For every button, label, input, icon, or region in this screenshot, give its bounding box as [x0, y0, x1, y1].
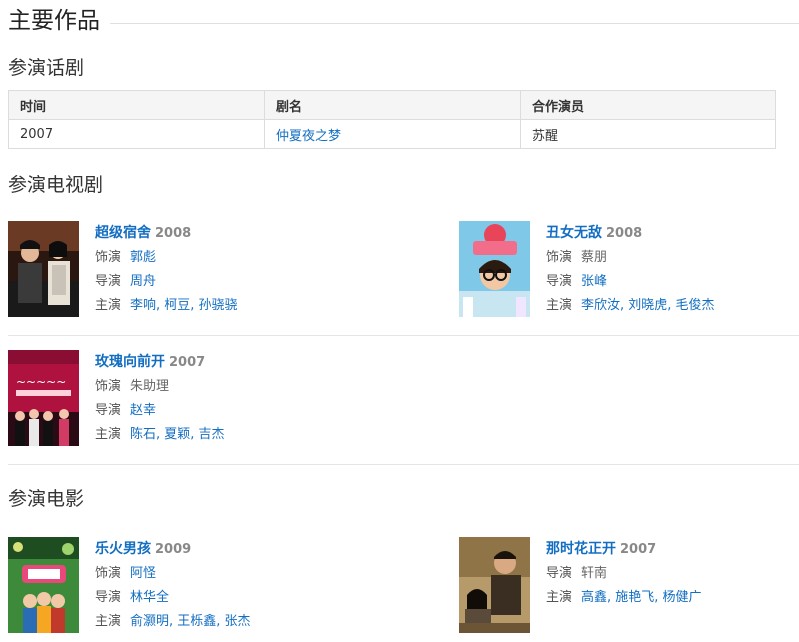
director-label: 导演 [546, 274, 573, 289]
cast-links[interactable]: 李欣汝, 刘晓虎, 毛俊杰 [581, 298, 715, 313]
card-info: 那时花正开 2007 导演 轩南 主演 高鑫, 施艳飞, 杨健广 [546, 537, 702, 610]
poster-image[interactable] [459, 221, 530, 317]
tv-card-super-dorm: 超级宿舍 2008 饰演 郭彪 导演 周舟 主演 李响, 柯豆, 孙骁骁 [8, 221, 348, 319]
role-link[interactable]: 阿怪 [130, 566, 156, 581]
section-divider [8, 464, 799, 465]
page-title: 主要作品 [8, 6, 110, 36]
cast-label: 主演 [95, 298, 122, 313]
tv-section-title: 参演电视剧 [8, 174, 104, 196]
work-year: 2009 [155, 542, 192, 557]
director-link[interactable]: 周舟 [130, 274, 156, 289]
work-year: 2007 [620, 542, 657, 557]
card-info: 乐火男孩 2009 饰演 阿怪 导演 林华全 主演 俞灏明, 王栎鑫, 张杰 [95, 537, 251, 634]
work-title-link[interactable]: 超级宿舍 [95, 225, 151, 241]
work-title-link[interactable]: 那时花正开 [546, 541, 616, 557]
cast-links[interactable]: 高鑫, 施艳飞, 杨健广 [581, 590, 702, 605]
tv-card-rose: ~~~~~ 玫瑰向前开 2007 饰演 朱助理 导演 赵幸 主演 陈石, 夏颖, 吉杰 [8, 350, 348, 448]
poster-image[interactable] [459, 537, 530, 633]
table-header-costars: 合作演员 [520, 90, 776, 120]
director-label: 导演 [95, 274, 122, 289]
poster-image[interactable]: ~~~~~ [8, 350, 79, 446]
works-section: 主要作品 参演话剧 时间 剧名 合作演员 2007 仲夏夜之梦 苏醒 参演电视剧 [0, 0, 799, 642]
cast-links[interactable]: 俞灏明, 王栎鑫, 张杰 [130, 614, 251, 629]
table-cell-title: 仲夏夜之梦 [264, 119, 521, 149]
film-card-flowers: 那时花正开 2007 导演 轩南 主演 高鑫, 施艳飞, 杨健广 [459, 537, 799, 635]
main-title-row: 主要作品 [8, 4, 799, 38]
cast-label: 主演 [546, 590, 573, 605]
work-title-link[interactable]: 玫瑰向前开 [95, 354, 165, 370]
card-info: 超级宿舍 2008 饰演 郭彪 导演 周舟 主演 李响, 柯豆, 孙骁骁 [95, 221, 238, 318]
table-header-row: 时间 剧名 合作演员 [8, 90, 776, 120]
role-text: 蔡朋 [581, 250, 608, 265]
poster-image[interactable] [8, 537, 79, 633]
work-year: 2008 [606, 226, 643, 241]
work-year: 2008 [155, 226, 192, 241]
tv-card-ugly-betty: 丑女无敌 2008 饰演 蔡朋 导演 张峰 主演 李欣汝, 刘晓虎, 毛俊杰 [459, 221, 799, 319]
cast-label: 主演 [95, 614, 122, 629]
section-divider [8, 335, 799, 336]
film-card-fire-boy: 乐火男孩 2009 饰演 阿怪 导演 林华全 主演 俞灏明, 王栎鑫, 张杰 [8, 537, 348, 635]
card-info: 玫瑰向前开 2007 饰演 朱助理 导演 赵幸 主演 陈石, 夏颖, 吉杰 [95, 350, 225, 447]
drama-section-title: 参演话剧 [8, 57, 85, 79]
cast-label: 主演 [546, 298, 573, 313]
film-section-title: 参演电影 [8, 488, 85, 510]
director-link[interactable]: 林华全 [130, 590, 169, 605]
svg-text:~~~~~: ~~~~~ [16, 375, 66, 389]
drama-title-link[interactable]: 仲夏夜之梦 [276, 129, 341, 144]
table-header-title: 剧名 [264, 90, 521, 120]
work-title-link[interactable]: 丑女无敌 [546, 225, 602, 241]
director-label: 导演 [546, 566, 573, 581]
role-link[interactable]: 郭彪 [130, 250, 156, 265]
table-header-time: 时间 [8, 90, 265, 120]
table-cell-costars: 苏醒 [520, 119, 776, 149]
director-text: 轩南 [581, 566, 608, 581]
card-info: 丑女无敌 2008 饰演 蔡朋 导演 张峰 主演 李欣汝, 刘晓虎, 毛俊杰 [546, 221, 715, 318]
table-cell-time: 2007 [8, 119, 265, 149]
drama-table: 时间 剧名 合作演员 2007 仲夏夜之梦 苏醒 [8, 90, 776, 149]
poster-image[interactable] [8, 221, 79, 317]
role-label: 饰演 [95, 566, 122, 581]
role-text: 朱助理 [130, 379, 170, 394]
role-label: 饰演 [95, 250, 122, 265]
work-year: 2007 [169, 355, 206, 370]
cast-links[interactable]: 陈石, 夏颖, 吉杰 [130, 427, 225, 442]
role-label: 饰演 [95, 379, 122, 394]
table-row: 2007 仲夏夜之梦 苏醒 [8, 119, 776, 149]
director-label: 导演 [95, 403, 122, 418]
title-divider [8, 23, 799, 24]
director-label: 导演 [95, 590, 122, 605]
cast-links[interactable]: 李响, 柯豆, 孙骁骁 [130, 298, 238, 313]
work-title-link[interactable]: 乐火男孩 [95, 541, 151, 557]
director-link[interactable]: 赵幸 [130, 403, 156, 418]
role-label: 饰演 [546, 250, 573, 265]
cast-label: 主演 [95, 427, 122, 442]
director-link[interactable]: 张峰 [581, 274, 607, 289]
